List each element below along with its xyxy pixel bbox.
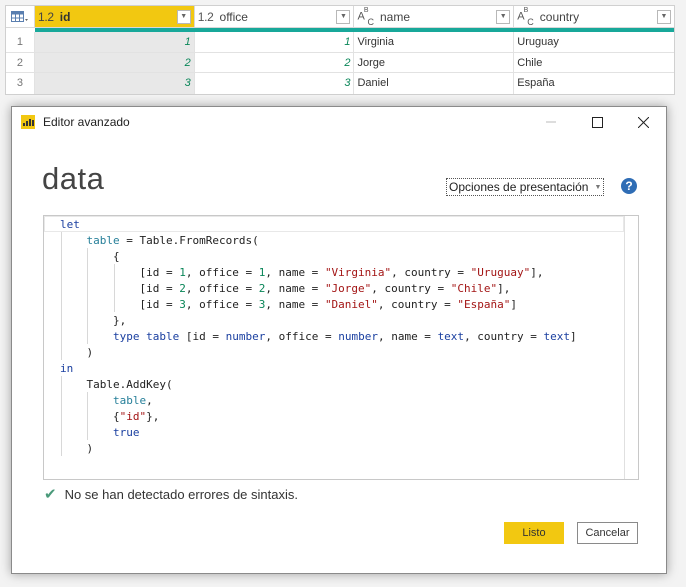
column-header-name[interactable]: ABC name ▼ [354, 6, 515, 27]
code-line[interactable]: ) [60, 345, 577, 361]
text-type-icon[interactable]: ABC [517, 7, 534, 27]
column-header-id[interactable]: 1.2 id ▼ [34, 6, 195, 27]
column-filter-dropdown[interactable]: ▼ [657, 9, 672, 24]
text-type-icon[interactable]: ABC [357, 7, 374, 27]
power-bi-icon [21, 115, 35, 129]
cell-id[interactable]: 3 [34, 73, 195, 94]
column-name: id [59, 9, 71, 24]
code-editor[interactable]: let table = Table.FromRecords( { [id = 1… [43, 215, 639, 480]
column-filter-dropdown[interactable]: ▼ [176, 9, 191, 24]
cell-office[interactable]: 1 [195, 32, 355, 52]
cell-id[interactable]: 1 [34, 32, 195, 52]
row-number[interactable]: 3 [6, 73, 35, 94]
maximize-icon [591, 116, 603, 128]
column-name: name [380, 9, 411, 24]
code-line[interactable]: in [60, 361, 577, 377]
display-options-label: Opciones de presentación [449, 180, 589, 194]
column-name: country [539, 9, 580, 24]
syntax-status-text: No se han detectado errores de sintaxis. [64, 486, 298, 502]
table-icon [10, 10, 28, 22]
code-line[interactable]: table, [60, 393, 577, 409]
query-name-heading: data [42, 161, 105, 196]
help-icon[interactable]: ? [621, 178, 637, 194]
code-line[interactable]: ) [60, 441, 577, 457]
cell-country[interactable]: Uruguay [514, 32, 674, 52]
cell-country[interactable]: España [514, 73, 674, 94]
decimal-type-icon[interactable]: 1.2 [38, 10, 54, 24]
dialog-title: Editor avanzado [43, 115, 130, 129]
chevron-down-icon: ▼ [660, 13, 668, 20]
code-line[interactable]: true [60, 425, 577, 441]
vertical-scrollbar[interactable] [624, 216, 638, 479]
display-options-dropdown[interactable]: Opciones de presentación ▼ [446, 178, 605, 196]
done-button[interactable]: Listo [504, 522, 564, 544]
data-grid: 1.2 id ▼ 1.2 office ▼ ABC name ▼ ABC cou… [5, 5, 675, 95]
cell-name[interactable]: Daniel [354, 73, 515, 94]
cell-name[interactable]: Jorge [354, 52, 515, 72]
minimize-button[interactable] [528, 107, 574, 137]
cell-id[interactable]: 2 [34, 52, 195, 72]
minimize-icon [546, 121, 556, 123]
syntax-status: ✔ No se han detectado errores de sintaxi… [44, 485, 298, 503]
decimal-type-icon[interactable]: 1.2 [198, 10, 214, 24]
column-name: office [219, 9, 248, 24]
dialog-titlebar[interactable]: Editor avanzado [12, 107, 666, 137]
code-line[interactable]: type table [id = number, office = number… [60, 329, 577, 345]
chevron-down-icon: ▼ [180, 13, 188, 20]
cancel-button[interactable]: Cancelar [577, 522, 638, 544]
column-header-office[interactable]: 1.2 office ▼ [195, 6, 355, 27]
code-line[interactable]: [id = 3, office = 3, name = "Daniel", co… [60, 297, 577, 313]
table-row: 1 1 1 Virginia Uruguay [6, 32, 674, 53]
chevron-down-icon: ▼ [594, 183, 602, 191]
table-row: 3 3 3 Daniel España [6, 73, 674, 94]
cell-name[interactable]: Virginia [354, 32, 515, 52]
close-button[interactable] [620, 107, 666, 137]
cell-office[interactable]: 2 [195, 52, 355, 72]
window-controls [528, 107, 666, 137]
grid-header: 1.2 id ▼ 1.2 office ▼ ABC name ▼ ABC cou… [6, 6, 674, 28]
code-line[interactable]: [id = 1, office = 1, name = "Virginia", … [60, 265, 577, 281]
code-line[interactable]: { [60, 249, 577, 265]
column-header-country[interactable]: ABC country ▼ [514, 6, 674, 27]
code-line[interactable]: let [60, 217, 577, 233]
code-line[interactable]: }, [60, 313, 577, 329]
table-row: 2 2 2 Jorge Chile [6, 52, 674, 73]
code-content[interactable]: let table = Table.FromRecords( { [id = 1… [60, 217, 577, 457]
column-filter-dropdown[interactable]: ▼ [336, 9, 351, 24]
code-line[interactable]: Table.AddKey( [60, 377, 577, 393]
code-line[interactable]: {"id"}, [60, 409, 577, 425]
code-line[interactable]: table = Table.FromRecords( [60, 233, 577, 249]
cell-office[interactable]: 3 [195, 73, 355, 94]
row-number[interactable]: 1 [6, 32, 35, 52]
checkmark-icon: ✔ [44, 486, 57, 503]
code-line[interactable]: [id = 2, office = 2, name = "Jorge", cou… [60, 281, 577, 297]
advanced-editor-dialog: Editor avanzado data Opciones de present… [11, 106, 667, 574]
close-icon [637, 116, 649, 128]
maximize-button[interactable] [574, 107, 620, 137]
row-number[interactable]: 2 [6, 52, 35, 72]
chevron-down-icon: ▼ [499, 13, 507, 20]
table-menu-button[interactable] [6, 6, 35, 27]
chevron-down-icon: ▼ [340, 13, 347, 20]
column-filter-dropdown[interactable]: ▼ [496, 9, 511, 24]
cell-country[interactable]: Chile [514, 53, 674, 73]
